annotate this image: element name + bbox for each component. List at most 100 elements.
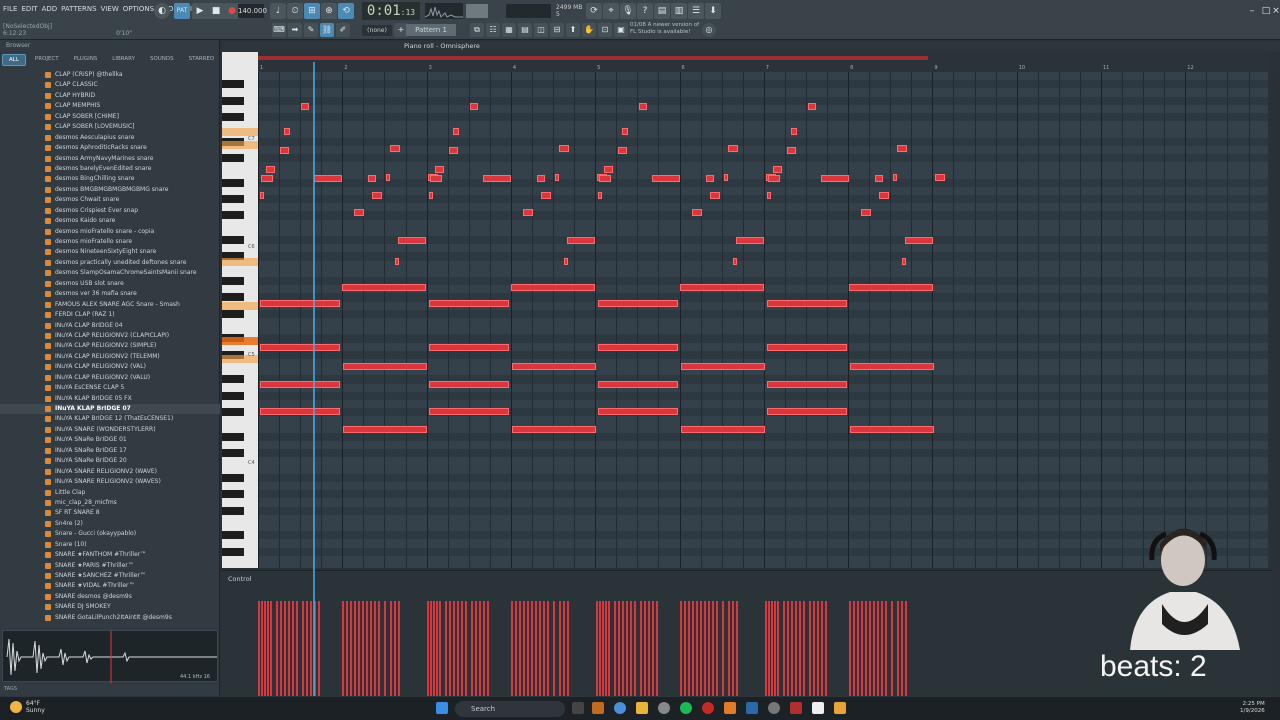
velocity-bar[interactable] [547, 601, 549, 697]
piano-black-key[interactable] [222, 293, 244, 302]
midi-note[interactable] [767, 192, 771, 199]
velocity-bar[interactable] [809, 601, 811, 697]
pattern-song-toggle[interactable]: ◐ [154, 3, 170, 19]
midi-note[interactable] [511, 284, 595, 291]
midi-note[interactable] [681, 426, 765, 433]
midi-note[interactable] [449, 147, 458, 154]
velocity-bar[interactable] [732, 601, 734, 697]
file-explorer-icon[interactable] [636, 702, 648, 714]
velocity-bar[interactable] [777, 601, 779, 697]
velocity-bar[interactable] [384, 601, 386, 697]
velocity-bar[interactable] [567, 601, 569, 697]
browser-list-item[interactable]: INuYA CLAP RELIGIONV2 (TELEMM) [0, 352, 220, 362]
piano-black-key[interactable] [222, 547, 244, 556]
velocity-bar[interactable] [280, 601, 282, 697]
plugin-db-icon[interactable]: ⊟ [550, 23, 564, 37]
velocity-bar[interactable] [817, 601, 819, 697]
velocity-bar[interactable] [553, 601, 555, 697]
browser-list-item[interactable]: desmos mioFratello snare - copia [0, 227, 220, 237]
midi-note[interactable] [598, 381, 678, 388]
velocity-bar[interactable] [519, 601, 521, 697]
midi-note[interactable] [850, 363, 934, 370]
velocity-bar[interactable] [310, 601, 312, 697]
midi-note[interactable] [564, 258, 568, 265]
piano-black-key[interactable] [222, 408, 244, 417]
browser-list-item[interactable]: desmos ArmyNavyMarines snare [0, 154, 220, 164]
velocity-bar[interactable] [873, 601, 875, 697]
browser-tab-plugins[interactable]: PLUGINS [68, 54, 104, 66]
velocity-bar[interactable] [821, 601, 823, 697]
browser-list-item[interactable]: INuYA SNaRe BrIDGE 01 [0, 435, 220, 445]
note-grid[interactable] [258, 72, 1268, 568]
midi-note[interactable] [618, 147, 627, 154]
velocity-bar[interactable] [427, 601, 429, 697]
browser-list-item[interactable]: desmos BMGBMGBMGBMGBMG snare [0, 185, 220, 195]
piano-black-key[interactable] [222, 277, 244, 285]
velocity-bar[interactable] [795, 601, 797, 697]
browser-list-item[interactable]: INuYA CLAP RELIGIONV2 (SIMPLE) [0, 341, 220, 351]
midi-note[interactable] [559, 145, 569, 152]
browser-list-item[interactable]: Snare (10) [0, 540, 220, 550]
velocity-bar[interactable] [688, 601, 690, 697]
velocity-bar[interactable] [692, 601, 694, 697]
menu-item-options[interactable]: OPTIONS [123, 5, 154, 13]
midi-note[interactable] [260, 344, 340, 351]
midi-note[interactable] [429, 344, 509, 351]
browser-list-item[interactable]: INuYA SNARE RELIGIONV2 (WAVES) [0, 477, 220, 487]
velocity-bar[interactable] [626, 601, 628, 697]
velocity-bar[interactable] [292, 601, 294, 697]
velocity-bar[interactable] [430, 601, 432, 697]
velocity-bar[interactable] [394, 601, 396, 697]
browser-tab-project[interactable]: PROJECT [29, 54, 65, 66]
midi-note[interactable] [897, 145, 907, 152]
velocity-bar[interactable] [696, 601, 698, 697]
browser-list-item[interactable]: INuYA KLAP BrIDGE 12 (ThatEsCENSE1) [0, 414, 220, 424]
velocity-bar[interactable] [644, 601, 646, 697]
velocity-bar[interactable] [599, 601, 601, 697]
velocity-bar[interactable] [374, 601, 376, 697]
midi-note[interactable] [395, 258, 399, 265]
help-hint-icon[interactable]: ⊡ [598, 23, 612, 37]
highlighted-key[interactable] [222, 141, 258, 149]
app-icon-2[interactable] [658, 702, 670, 714]
velocity-bar[interactable] [531, 601, 533, 697]
browser-list-item[interactable]: desmos USB slot snare [0, 279, 220, 289]
midi-note[interactable] [622, 128, 628, 135]
piano-black-key[interactable] [222, 449, 244, 458]
velocity-bar[interactable] [276, 601, 278, 697]
velocity-bar[interactable] [656, 601, 658, 697]
velocity-bar[interactable] [648, 601, 650, 697]
browser-list-item[interactable]: desmos AphroditicRacks snare [0, 143, 220, 153]
velocity-bar[interactable] [350, 601, 352, 697]
piano-black-key[interactable] [222, 506, 244, 515]
piano-roll-icon[interactable]: ▦ [502, 23, 516, 37]
highlighted-key[interactable] [222, 128, 258, 136]
velocity-bar[interactable] [306, 601, 308, 697]
browser-list-item[interactable]: desmos Crispiest Ever snap [0, 206, 220, 216]
velocity-bar[interactable] [787, 601, 789, 697]
taskbar-search[interactable]: Search [455, 701, 565, 717]
midi-note[interactable] [905, 237, 933, 244]
velocity-bar[interactable] [712, 601, 714, 697]
update-notice[interactable]: 01/08 A newer version of FL Studio is av… [630, 22, 710, 36]
stop-button[interactable]: ■ [208, 3, 224, 19]
browser-list-item[interactable]: INuYA CLAP RELIGIONV2 (VALU) [0, 373, 220, 383]
browser-list-item[interactable]: desmos barelyEvenEdited snare [0, 164, 220, 174]
velocity-bar[interactable] [366, 601, 368, 697]
highlighted-key[interactable] [222, 337, 258, 345]
midi-note[interactable] [680, 284, 764, 291]
velocity-bar[interactable] [511, 601, 513, 697]
browser-list-item[interactable]: INuYA KLAP BrIDGE 05 FX [0, 394, 220, 404]
highlighted-key[interactable] [222, 258, 258, 266]
velocity-bar[interactable] [716, 601, 718, 697]
velocity-bar[interactable] [728, 601, 730, 697]
browser-list-item[interactable]: SNARE ★SANCHEZ #Thriller™ [0, 571, 220, 581]
midi-note[interactable] [736, 237, 764, 244]
midi-note[interactable] [372, 192, 382, 199]
play-button[interactable]: ▶ [192, 3, 208, 19]
velocity-bar[interactable] [471, 601, 473, 697]
midi-note[interactable] [429, 381, 509, 388]
velocity-bar[interactable] [865, 601, 867, 697]
velocity-bar[interactable] [346, 601, 348, 697]
midi-note[interactable] [598, 408, 678, 415]
